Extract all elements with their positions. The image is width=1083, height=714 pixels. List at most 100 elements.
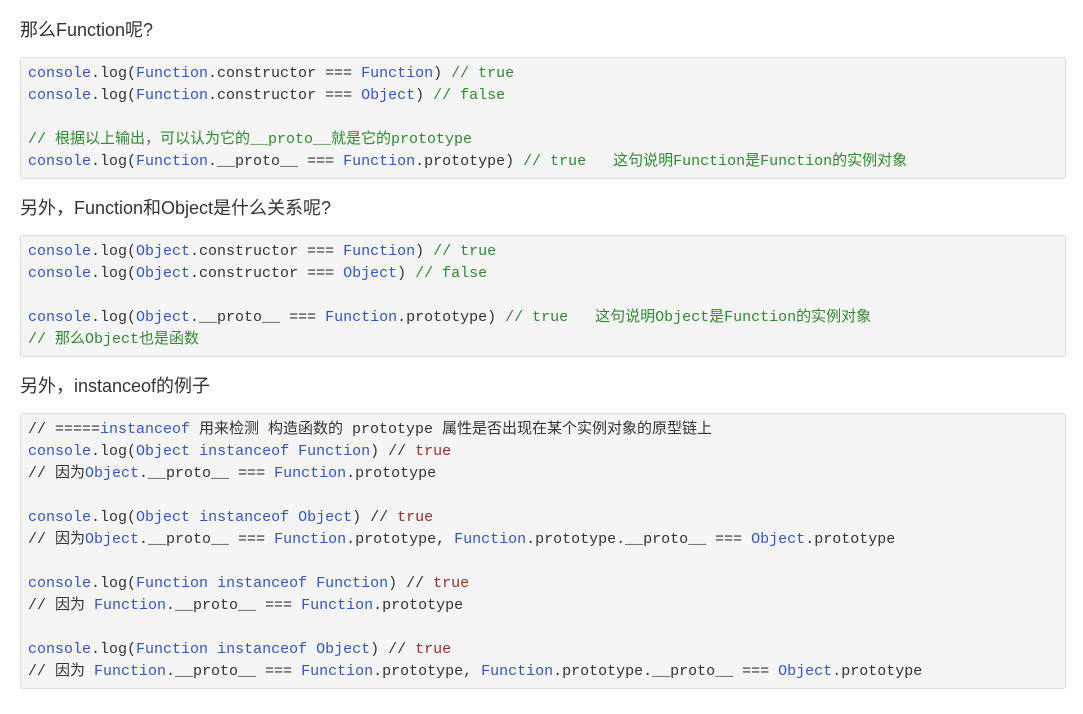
code-text: .log( [91,265,137,282]
code-identifier: console [28,153,92,170]
code-line: // 因为Object.__proto__ === Function.proto… [28,463,1058,485]
code-text: .prototype, [373,663,482,680]
code-identifier: Function [136,65,209,82]
code-identifier: console [28,641,92,658]
code-text: ) [415,87,434,104]
code-text: .log( [91,641,137,658]
paragraph-instanceof-example: 另外，instanceof的例子 [20,376,211,396]
code-text: ) [397,265,416,282]
code-text: .log( [91,87,137,104]
code-line: // =====instanceof 用来检测 构造函数的 prototype … [28,419,1058,441]
code-identifier: Function [361,65,434,82]
article-content: 那么Function呢? console.log(Function.constr… [0,0,1083,689]
code-comment: // true 这句说明Object是Function的实例对象 [505,309,872,326]
code-text: ) [415,243,434,260]
code-identifier: Function [301,597,374,614]
code-identifier: Function [454,531,527,548]
code-text: .__proto__ === [166,597,302,614]
code-identifier: console [28,575,92,592]
code-text: .log( [91,509,137,526]
code-text: .__proto__ === [139,465,275,482]
code-identifier: console [28,265,92,282]
code-identifier: Object [136,309,191,326]
code-text: .constructor === [208,87,362,104]
code-text: .prototype.__proto__ === [553,663,779,680]
code-line: console.log(Function.constructor === Fun… [28,63,1058,85]
code-line: console.log(Function.constructor === Obj… [28,85,1058,107]
code-text: // 因为 [28,531,86,548]
code-identifier: Function [94,663,167,680]
code-identifier: console [28,443,92,460]
code-text: .log( [91,443,137,460]
code-identifier: console [28,243,92,260]
code-identifier: Object [316,641,371,658]
code-identifier: Function [274,531,347,548]
code-line: // 因为 Function.__proto__ === Function.pr… [28,595,1058,617]
code-identifier: Object [343,265,398,282]
code-text: ) // [370,641,416,658]
code-identifier: console [28,87,92,104]
code-comment: // true [433,243,497,260]
code-text: ) [433,65,452,82]
code-text: .__proto__ === [166,663,302,680]
code-identifier: console [28,509,92,526]
code-identifier: Object [778,663,833,680]
code-identifier: Function [301,663,374,680]
code-text: .log( [91,65,137,82]
code-identifier: Object [298,509,353,526]
code-identifier: Function [94,597,167,614]
code-identifier: Object [361,87,416,104]
code-identifier: instanceof [217,641,308,658]
code-identifier: console [28,309,92,326]
code-line: console.log(Object.constructor === Objec… [28,263,1058,285]
code-line: console.log(Function.__proto__ === Funct… [28,151,1058,173]
code-identifier: Object [85,531,140,548]
code-text: .__proto__ === [190,309,326,326]
code-identifier: Function [343,243,416,260]
code-identifier: Function [316,575,389,592]
code-text: // 因为 [28,597,95,614]
code-text: ) // [352,509,398,526]
code-identifier: console [28,65,92,82]
code-line: console.log(Function instanceof Function… [28,573,1058,595]
code-line: // 根据以上输出，可以认为它的__proto__就是它的prototype [28,129,1058,151]
code-identifier: Object [136,509,191,526]
code-comment: // true 这句说明Function是Function的实例对象 [523,153,908,170]
code-text: .log( [91,309,137,326]
code-comment: // false [433,87,506,104]
code-identifier: Function [274,465,347,482]
code-text: .constructor === [190,243,344,260]
code-identifier: instanceof [199,509,290,526]
paragraph-function-object-relation: 另外，Function和Object是什么关系呢? [20,198,332,218]
code-line: console.log(Object.__proto__ === Functio… [28,307,1058,329]
code-text: .constructor === [190,265,344,282]
code-text: .prototype [373,597,464,614]
code-text: // ===== [28,421,101,438]
code-text: .log( [91,243,137,260]
code-identifier: Object [136,443,191,460]
code-identifier: Object [85,465,140,482]
code-text: ) // [370,443,416,460]
code-block-3: // =====instanceof 用来检测 构造函数的 prototype … [20,413,1066,689]
code-identifier: instanceof [100,421,191,438]
code-text: .prototype [832,663,923,680]
code-comment: // 那么Object也是函数 [28,331,200,348]
code-identifier: Function [298,443,371,460]
code-comment: // 根据以上输出，可以认为它的__proto__就是它的prototype [28,131,473,148]
code-text: .prototype) [397,309,506,326]
code-block-2: console.log(Object.constructor === Funct… [20,235,1066,357]
code-identifier: Function [136,575,209,592]
code-text: .__proto__ === [208,153,344,170]
code-text: .prototype [805,531,896,548]
